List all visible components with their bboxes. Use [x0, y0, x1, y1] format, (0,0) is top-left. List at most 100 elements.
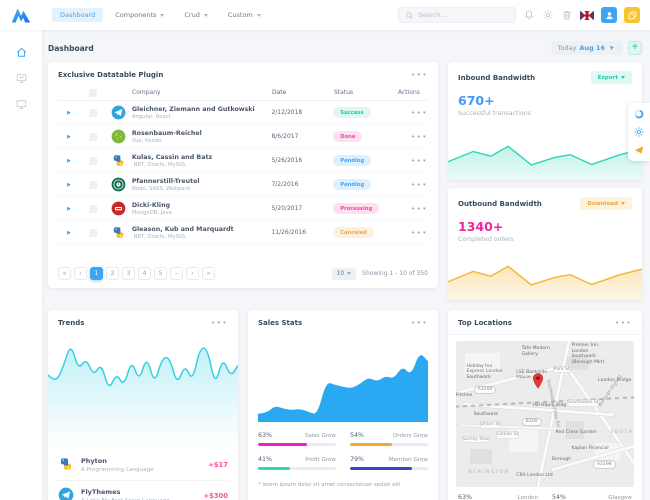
menu-item-crud[interactable]: Crud [176, 8, 215, 22]
chevron-down-icon [160, 14, 164, 17]
table-row: ▶Pfannerstill-TreutelNode, SASS, Webpack… [58, 173, 428, 197]
page-last-button[interactable]: » [202, 267, 215, 280]
page-button-5[interactable]: 5 [154, 267, 167, 280]
page-button-1[interactable]: 1 [90, 267, 103, 280]
row-actions-button[interactable]: ••• [411, 229, 428, 237]
list-item[interactable]: FlyThemesA Let's Fly Fast Again Language… [58, 480, 228, 500]
top-locations-card: Top Locations ••• Tate Modern GalleryPre… [448, 310, 642, 500]
row-checkbox-cell [80, 229, 106, 237]
outbound-value: 1340+ [458, 219, 642, 234]
company-cell: Rosenbaum-ReichelVue, Kendo [132, 130, 272, 144]
search-input[interactable] [418, 11, 508, 19]
date-prefix: Today [558, 44, 577, 52]
locations-menu-button[interactable]: ••• [615, 319, 632, 327]
company-stack: .NET, Oracle, MySQL [132, 162, 272, 168]
company-stack: Vue, Kendo [132, 138, 272, 144]
row-expand-caret[interactable]: ▶ [58, 134, 80, 140]
map-label: Surrey Row [463, 437, 489, 443]
settings-gear-icon[interactable] [633, 126, 645, 138]
inbound-value: 670+ [458, 93, 642, 108]
row-actions-button[interactable]: ••• [411, 181, 428, 189]
column-header-date[interactable]: Date [272, 89, 334, 96]
row-expand-caret[interactable]: ▶ [58, 110, 80, 116]
menu-item-custom[interactable]: Custom [220, 8, 269, 22]
sales-bar-sales-grow: 63%Sales Grow [258, 432, 336, 446]
sidebar-item-desktop[interactable] [15, 98, 28, 111]
trends-menu-button[interactable]: ••• [211, 319, 228, 327]
page-gap[interactable]: – [170, 267, 183, 280]
company-logo-starbucks-icon [106, 177, 132, 192]
row-actions-button[interactable]: ••• [411, 109, 428, 117]
menu-item-components[interactable]: Components [107, 8, 172, 22]
page-prev-button[interactable]: ‹ [74, 267, 87, 280]
date-picker-button[interactable]: Today Aug 16 [551, 41, 623, 55]
page-button-4[interactable]: 4 [138, 267, 151, 280]
pagination-summary: Showing 1 - 10 of 350 [362, 270, 428, 277]
cell-status: Done [333, 131, 397, 142]
column-header-status[interactable]: Status [334, 89, 398, 96]
datatable-menu-button[interactable]: ••• [411, 71, 428, 79]
add-button[interactable]: + [628, 41, 642, 55]
row-checkbox[interactable] [89, 109, 97, 117]
trends-list: PhytonA Programming Language+$17FlyTheme… [58, 450, 228, 500]
row-actions-button[interactable]: ••• [411, 133, 428, 141]
app-logo[interactable] [0, 6, 42, 24]
sidebar-item-widgets[interactable] [15, 72, 28, 85]
sales-title: Sales Stats [258, 319, 302, 327]
page-header-actions: Today Aug 16 + [551, 41, 642, 55]
send-icon[interactable] [633, 144, 645, 156]
bar-label: Orders Grow [393, 433, 428, 439]
inbound-title: Inbound Bandwidth [458, 74, 535, 82]
company-logo-greenball-icon [106, 129, 132, 144]
row-checkbox[interactable] [89, 181, 97, 189]
top-navbar: Dashboard Components Crud Custom [0, 0, 650, 30]
sales-menu-button[interactable]: ••• [411, 319, 428, 327]
trend-texts: FlyThemesA Let's Fly Fast Again Language [81, 488, 170, 500]
sales-bar-orders-grow: 54%Orders Grow [350, 432, 428, 446]
locations-map[interactable]: Tate Modern GalleryPremier Inn London So… [456, 341, 634, 487]
map-label: Holiday Inn Express London Southwark [466, 364, 508, 381]
page-size-select[interactable]: 10 [332, 268, 357, 280]
row-expand-caret[interactable]: ▶ [58, 158, 80, 164]
download-button[interactable]: Download [580, 197, 632, 210]
uk-flag-icon[interactable] [580, 11, 594, 20]
list-item[interactable]: PhytonA Programming Language+$17 [58, 450, 228, 480]
row-actions-button[interactable]: ••• [411, 205, 428, 213]
column-header-actions[interactable]: Actions [398, 89, 420, 96]
logo-icon [11, 6, 31, 24]
row-checkbox[interactable] [89, 133, 97, 141]
export-button[interactable]: Export [591, 71, 632, 84]
row-expand-caret[interactable]: ▶ [58, 182, 80, 188]
row-actions-button[interactable]: ••• [411, 157, 428, 165]
navbar-right [398, 7, 650, 23]
page-button-2[interactable]: 2 [106, 267, 119, 280]
select-all-checkbox[interactable] [89, 89, 97, 97]
row-expand-caret[interactable]: ▶ [58, 206, 80, 212]
status-badge: Pending [333, 179, 371, 190]
bar-label: Profit Grow [305, 457, 336, 463]
row-checkbox[interactable] [89, 205, 97, 213]
trash-icon[interactable] [561, 9, 573, 21]
row-expand-caret[interactable]: ▶ [58, 230, 80, 236]
menu-item-dashboard[interactable]: Dashboard [52, 8, 103, 22]
theme-button[interactable] [624, 7, 640, 23]
sidebar-item-home[interactable] [15, 46, 28, 59]
column-header-company[interactable]: Company [132, 89, 272, 96]
row-checkbox[interactable] [89, 157, 97, 165]
row-checkbox[interactable] [89, 229, 97, 237]
chart-settings-icon[interactable] [633, 108, 645, 120]
sales-bar-member-grow: 79%Member Grow [350, 456, 428, 470]
bell-icon[interactable] [523, 9, 535, 21]
page-button-3[interactable]: 3 [122, 267, 135, 280]
user-avatar-button[interactable] [601, 7, 617, 23]
progress-track [258, 467, 336, 470]
row-checkbox-cell [80, 181, 106, 189]
map-label: Loman St [497, 432, 519, 438]
gear-icon[interactable] [542, 9, 554, 21]
cell-date: 11/26/2016 [271, 229, 333, 236]
page-next-button[interactable]: › [186, 267, 199, 280]
cell-date: 2/12/2018 [271, 109, 333, 116]
bar-head: 41%Profit Grow [258, 456, 336, 463]
company-cell: Gleason, Kub and Marquardt.NET, Oracle, … [132, 226, 272, 240]
page-first-button[interactable]: « [58, 267, 71, 280]
